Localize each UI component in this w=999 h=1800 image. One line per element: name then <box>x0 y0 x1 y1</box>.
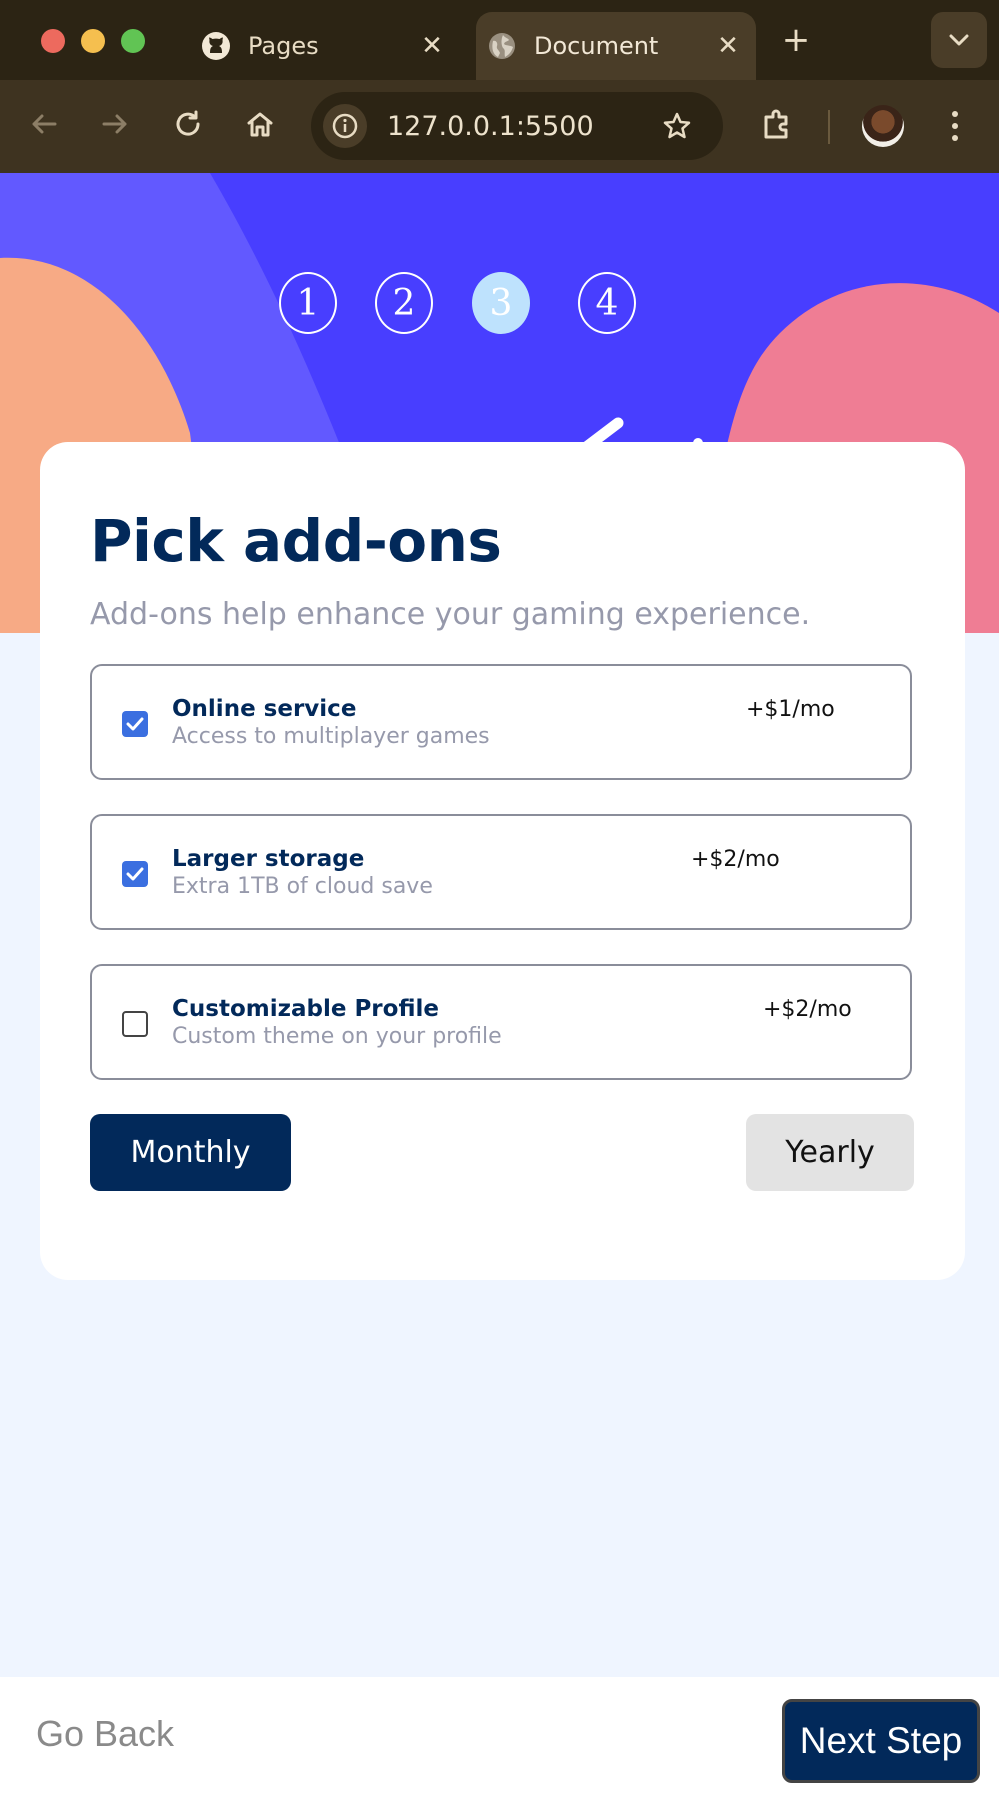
extensions-button[interactable] <box>755 102 799 146</box>
page-title: Pick add-ons <box>90 507 502 575</box>
tab-label: Document <box>534 32 659 60</box>
arrow-left-icon <box>32 114 57 134</box>
profile-avatar[interactable] <box>862 105 904 147</box>
addon-price: +$2/mo <box>763 997 852 1022</box>
tab-document[interactable]: Document ✕ <box>476 12 756 80</box>
step-3[interactable]: 3 <box>472 272 530 334</box>
site-info-icon[interactable] <box>323 104 367 148</box>
globe-icon <box>486 30 518 62</box>
addon-name: Online service <box>172 696 357 722</box>
page-subtitle: Add-ons help enhance your gaming experie… <box>90 597 811 632</box>
step-1[interactable]: 1 <box>279 272 337 334</box>
home-button[interactable] <box>238 102 282 146</box>
step-2[interactable]: 2 <box>375 272 433 334</box>
maximize-window-button[interactable] <box>121 29 145 53</box>
addon-checkbox-checked[interactable] <box>122 861 148 887</box>
yearly-button[interactable]: Yearly <box>746 1114 914 1191</box>
new-tab-button[interactable]: + <box>776 20 816 60</box>
addon-price: +$1/mo <box>746 697 835 722</box>
browser-toolbar: 127.0.0.1:5500 <box>0 80 999 173</box>
addon-description: Access to multiplayer games <box>172 724 490 749</box>
minimize-window-button[interactable] <box>81 29 105 53</box>
browser-menu-button[interactable] <box>940 104 970 148</box>
step-indicator: 1 2 3 4 <box>0 272 999 338</box>
home-icon <box>247 112 273 137</box>
tab-search-button[interactable] <box>931 12 987 68</box>
addon-online-service[interactable]: Online service Access to multiplayer gam… <box>90 664 912 780</box>
tab-pages[interactable]: Pages ✕ <box>190 12 460 80</box>
toolbar-divider <box>828 110 830 144</box>
tab-strip: Pages ✕ Document ✕ + <box>0 0 999 80</box>
addon-customizable-profile[interactable]: Customizable Profile Custom theme on you… <box>90 964 912 1080</box>
reload-icon <box>176 110 200 136</box>
close-tab-icon[interactable]: ✕ <box>412 31 452 61</box>
addon-description: Custom theme on your profile <box>172 1024 502 1049</box>
address-bar[interactable]: 127.0.0.1:5500 <box>311 92 723 160</box>
browser-chrome: Pages ✕ Document ✕ + 127.0.0.1:5500 <box>0 0 999 173</box>
addon-price: +$2/mo <box>691 847 780 872</box>
bookmark-star-icon[interactable] <box>655 111 699 141</box>
back-button[interactable] <box>22 102 66 146</box>
addon-checkbox-unchecked[interactable] <box>122 1011 148 1037</box>
addon-name: Customizable Profile <box>172 996 439 1022</box>
close-tab-icon[interactable]: ✕ <box>708 31 748 61</box>
monthly-button[interactable]: Monthly <box>90 1114 291 1191</box>
arrow-right-icon <box>102 114 127 134</box>
puzzle-icon <box>764 109 788 139</box>
forward-button[interactable] <box>93 102 137 146</box>
checkmark-icon <box>126 717 144 731</box>
reload-button[interactable] <box>166 102 210 146</box>
url-text: 127.0.0.1:5500 <box>387 110 594 142</box>
step-4[interactable]: 4 <box>578 272 636 334</box>
form-footer: Go Back Next Step <box>0 1677 999 1800</box>
addon-larger-storage[interactable]: Larger storage Extra 1TB of cloud save +… <box>90 814 912 930</box>
addon-checkbox-checked[interactable] <box>122 711 148 737</box>
addons-card: Pick add-ons Add-ons help enhance your g… <box>40 442 965 1280</box>
go-back-link[interactable]: Go Back <box>36 1713 174 1755</box>
github-icon <box>200 30 232 62</box>
tab-label: Pages <box>248 32 319 60</box>
checkmark-icon <box>126 867 144 881</box>
addon-name: Larger storage <box>172 846 365 872</box>
next-step-button[interactable]: Next Step <box>782 1699 980 1783</box>
chevron-down-icon <box>949 34 969 46</box>
addon-description: Extra 1TB of cloud save <box>172 874 433 899</box>
close-window-button[interactable] <box>41 29 65 53</box>
